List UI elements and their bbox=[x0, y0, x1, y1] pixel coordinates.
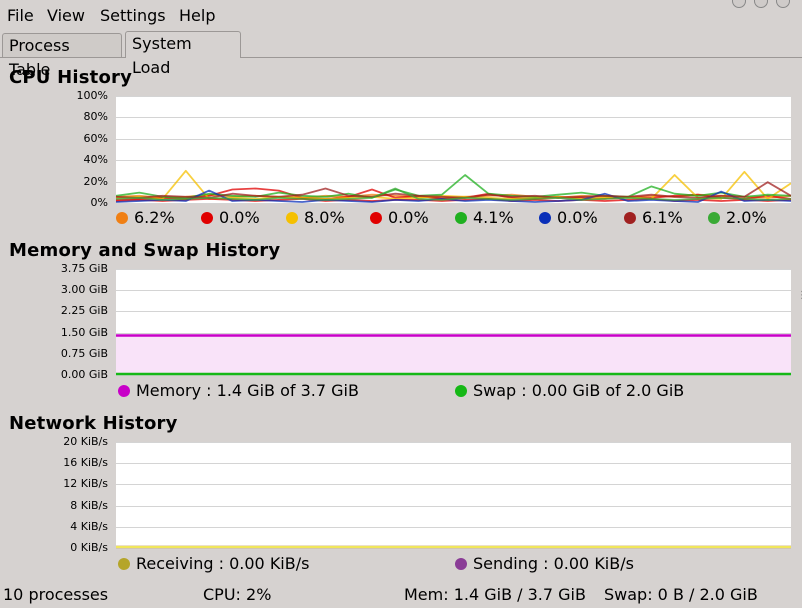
receiving-legend: Receiving : 0.00 KiB/s bbox=[118, 554, 309, 573]
cpu-legend-label: 0.0% bbox=[557, 208, 598, 227]
network-history-plot bbox=[116, 442, 791, 549]
sending-legend-label: Sending : 0.00 KiB/s bbox=[473, 554, 634, 573]
network-history-chart bbox=[116, 442, 791, 549]
memory-y-tick-label: 0.00 GiB bbox=[60, 368, 108, 381]
memory-history-title: Memory and Swap History bbox=[9, 240, 281, 261]
cpu-y-tick-label: 60% bbox=[83, 131, 108, 145]
cpu-legend-dot bbox=[201, 212, 213, 224]
memory-history-chart bbox=[116, 269, 791, 376]
minimize-icon[interactable] bbox=[732, 0, 746, 8]
network-y-tick-label: 20 KiB/s bbox=[63, 435, 108, 448]
menu-settings[interactable]: Settings bbox=[100, 6, 166, 25]
cpu-history-chart bbox=[116, 96, 791, 204]
receiving-legend-label: Receiving : 0.00 KiB/s bbox=[136, 554, 310, 573]
cpu-legend-item: 6.2% bbox=[116, 208, 175, 227]
swap-legend-label: Swap : 0.00 GiB of 2.0 GiB bbox=[473, 381, 685, 400]
memory-y-tick-label: 3.00 GiB bbox=[60, 283, 108, 297]
close-icon[interactable] bbox=[776, 0, 790, 8]
menu-file[interactable]: File bbox=[7, 6, 34, 25]
splitter-handle[interactable]: ⋮ bbox=[797, 290, 802, 301]
receiving-legend-dot bbox=[118, 558, 130, 570]
cpu-legend-item: 6.1% bbox=[624, 208, 683, 227]
cpu-legend-dot bbox=[455, 212, 467, 224]
network-y-tick-label: 4 KiB/s bbox=[70, 519, 108, 533]
cpu-legend-item: 4.1% bbox=[455, 208, 514, 227]
cpu-legend-dot bbox=[624, 212, 636, 224]
cpu-y-tick-label: 0% bbox=[90, 196, 108, 209]
sending-legend: Sending : 0.00 KiB/s bbox=[455, 554, 634, 573]
cpu-legend-dot bbox=[539, 212, 551, 224]
cpu-legend-label: 6.2% bbox=[134, 208, 175, 227]
cpu-legend-dot bbox=[286, 212, 298, 224]
window-controls bbox=[724, 0, 790, 8]
cpu-legend-label: 8.0% bbox=[304, 208, 345, 227]
maximize-icon[interactable] bbox=[754, 0, 768, 8]
swap-legend: Swap : 0.00 GiB of 2.0 GiB bbox=[455, 381, 684, 400]
cpu-legend-label: 4.1% bbox=[473, 208, 514, 227]
cpu-legend-label: 6.1% bbox=[642, 208, 683, 227]
tab-divider bbox=[0, 57, 802, 58]
cpu-y-tick-label: 40% bbox=[83, 153, 108, 167]
memory-y-tick-label: 1.50 GiB bbox=[60, 325, 108, 339]
cpu-legend-label: 0.0% bbox=[388, 208, 429, 227]
cpu-y-tick-label: 80% bbox=[83, 110, 108, 124]
cpu-legend-dot bbox=[708, 212, 720, 224]
network-history-title: Network History bbox=[9, 413, 178, 434]
sending-legend-dot bbox=[455, 558, 467, 570]
network-y-tick-label: 0 KiB/s bbox=[70, 541, 108, 554]
network-y-tick-label: 12 KiB/s bbox=[63, 477, 108, 491]
status-mem: Mem: 1.4 GiB / 3.7 GiB bbox=[404, 585, 586, 604]
memory-legend: Memory : 1.4 GiB of 3.7 GiB bbox=[118, 381, 359, 400]
network-y-tick-label: 16 KiB/s bbox=[63, 456, 108, 470]
status-cpu: CPU: 2% bbox=[203, 585, 272, 604]
cpu-legend-item: 2.0% bbox=[708, 208, 767, 227]
memory-history-plot bbox=[116, 269, 791, 376]
status-swap: Swap: 0 B / 2.0 GiB bbox=[604, 585, 758, 604]
network-y-tick-label: 8 KiB/s bbox=[70, 498, 108, 512]
cpu-legend-dot bbox=[370, 212, 382, 224]
cpu-history-plot bbox=[116, 96, 791, 204]
memory-y-tick-label: 0.75 GiB bbox=[60, 346, 108, 360]
swap-legend-dot bbox=[455, 385, 467, 397]
cpu-y-tick-label: 100% bbox=[76, 89, 108, 102]
memory-area-fill bbox=[116, 335, 791, 374]
cpu-history-title: CPU History bbox=[9, 67, 133, 88]
cpu-legend-item: 0.0% bbox=[539, 208, 598, 227]
menu-view[interactable]: View bbox=[47, 6, 85, 25]
memory-y-tick-label: 3.75 GiB bbox=[60, 262, 108, 275]
memory-legend-dot bbox=[118, 385, 130, 397]
status-processes: 10 processes bbox=[3, 585, 109, 604]
cpu-legend-label: 0.0% bbox=[219, 208, 260, 227]
cpu-legend-item: 8.0% bbox=[286, 208, 345, 227]
cpu-legend-item: 0.0% bbox=[201, 208, 260, 227]
tab-system-load[interactable]: System Load bbox=[125, 31, 241, 77]
cpu-legend-dot bbox=[116, 212, 128, 224]
cpu-legend-item: 0.0% bbox=[370, 208, 429, 227]
cpu-y-tick-label: 20% bbox=[83, 174, 108, 188]
memory-legend-label: Memory : 1.4 GiB of 3.7 GiB bbox=[136, 381, 359, 400]
tab-process-table[interactable]: Process Table bbox=[2, 33, 122, 79]
memory-y-tick-label: 2.25 GiB bbox=[60, 304, 108, 318]
cpu-legend-label: 2.0% bbox=[726, 208, 767, 227]
menu-bar: File View Settings Help bbox=[0, 0, 802, 30]
menu-help[interactable]: Help bbox=[179, 6, 215, 25]
